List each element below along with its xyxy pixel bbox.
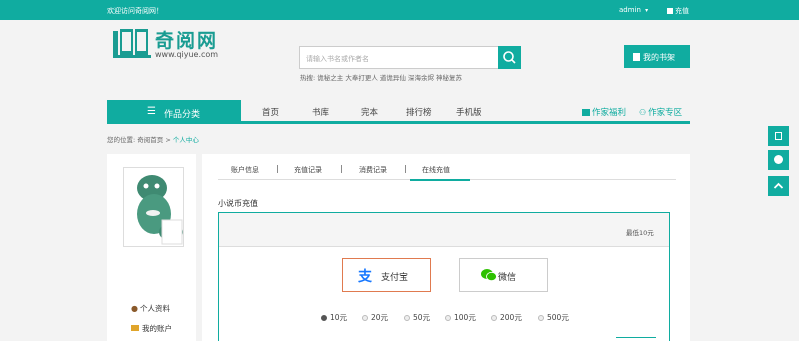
book-logo-icon	[113, 29, 151, 58]
amount-label: 50元	[413, 313, 431, 322]
sidebar-item-label: 个人资料	[139, 304, 170, 313]
wechat-option[interactable]: 微信	[459, 258, 548, 292]
hot-searches[interactable]: 热搜: 诡秘之主 大奉打更人 道诡异仙 深海余烬 神秘复苏	[300, 72, 462, 82]
tab-recharge-records[interactable]: 充值记录	[294, 165, 322, 175]
radio	[491, 315, 497, 321]
person-icon: ●	[131, 304, 138, 313]
top-bar: 欢迎访问奇阅网！ admin ▾ 充值	[0, 0, 799, 20]
gift-icon	[582, 109, 590, 116]
welcome-text: 欢迎访问奇阅网！	[107, 7, 163, 15]
author-zone-link[interactable]: ⚇ 作家专区	[639, 106, 682, 118]
breadcrumb-prefix: 您的位置:	[107, 136, 136, 144]
charge-link[interactable]: 充值	[667, 6, 689, 16]
sidebar-item-account[interactable]: 我的账户	[131, 323, 172, 334]
radio	[445, 315, 451, 321]
my-bookshelf-button[interactable]: 我的书架	[624, 45, 690, 68]
alipay-option[interactable]: 支 支付宝	[342, 258, 431, 292]
chevron-down-icon: ▾	[645, 7, 649, 14]
breadcrumb-current: 个人中心	[172, 136, 199, 144]
amount-label: 200元	[500, 313, 522, 322]
sidebar-item-label: 我的账户	[142, 324, 172, 333]
amount-label: 500元	[547, 313, 569, 322]
tab-online-recharge[interactable]: 在线充值	[410, 165, 470, 181]
amount-label: 10元	[330, 313, 348, 322]
nav-item-home[interactable]: 首页	[262, 106, 279, 118]
card-icon	[131, 325, 139, 331]
tab-consumption-records[interactable]: 消费记录	[359, 165, 387, 175]
tab-account-info[interactable]: 账户信息	[231, 165, 259, 175]
qr-code-button[interactable]	[768, 126, 789, 146]
author-welfare-label: 作家福利	[592, 108, 627, 118]
min-amount-note: 最低10元	[626, 229, 654, 237]
nav-item-library[interactable]: 书库	[312, 106, 329, 118]
username: admin	[619, 6, 641, 14]
nav-item-completed[interactable]: 完本	[361, 106, 378, 118]
shelf-label: 我的书架	[643, 53, 675, 62]
radio	[538, 315, 544, 321]
back-to-top-button[interactable]	[768, 176, 789, 196]
nav-item-ranking[interactable]: 排行榜	[406, 106, 432, 118]
chat-icon	[774, 155, 783, 164]
amount-label: 100元	[454, 313, 476, 322]
charge-label: 充值	[675, 7, 689, 15]
wallet-icon	[667, 8, 673, 14]
amount-option-20[interactable]: 20元	[362, 312, 388, 323]
amount-option-10[interactable]: 10元	[321, 312, 347, 323]
author-zone-label: 作家专区	[648, 108, 683, 118]
search-button[interactable]	[498, 46, 521, 69]
chevron-up-icon	[773, 182, 784, 189]
radio	[404, 315, 410, 321]
logo-url: www.qiyue.com	[155, 50, 219, 59]
amount-label: 20元	[371, 313, 389, 322]
breadcrumb-home[interactable]: 奇阅首页	[137, 136, 163, 144]
wechat-label: 微信	[498, 273, 517, 283]
breadcrumb-sep: >	[165, 136, 171, 144]
category-label: 作品分类	[164, 110, 201, 120]
user-group-icon: ⚇	[639, 108, 647, 117]
amount-option-100[interactable]: 100元	[445, 312, 476, 323]
author-welfare-link[interactable]: 作家福利	[582, 106, 626, 118]
section-title: 小说币充值	[218, 199, 258, 208]
tab-divider: |	[340, 164, 343, 173]
pay-button-edge	[616, 337, 656, 341]
book-icon	[633, 53, 640, 61]
breadcrumb: 您的位置: 奇阅首页 > 个人中心	[107, 134, 199, 144]
menu-icon: ☰	[147, 106, 156, 117]
radio-selected	[321, 315, 327, 321]
qr-code-icon	[775, 132, 782, 140]
recharge-panel-header	[219, 213, 669, 247]
tab-divider: |	[404, 164, 407, 173]
site-logo[interactable]: 奇阅网 www.qiyue.com	[113, 25, 233, 67]
wechat-icon	[481, 269, 497, 282]
logo-name: 奇阅网	[155, 30, 219, 52]
amount-option-200[interactable]: 200元	[491, 312, 522, 323]
alipay-icon: 支	[358, 269, 372, 285]
amount-option-50[interactable]: 50元	[404, 312, 430, 323]
tab-divider: |	[276, 164, 279, 173]
account-tabs: 账户信息 | 充值记录 | 消费记录 | 在线充值	[218, 158, 676, 181]
nav-item-mobile[interactable]: 手机版	[456, 106, 482, 118]
feedback-button[interactable]	[768, 150, 789, 170]
user-menu[interactable]: admin ▾	[619, 6, 648, 14]
search-icon	[503, 51, 516, 64]
category-menu-button[interactable]: ☰ 作品分类	[107, 100, 241, 124]
avatar[interactable]	[123, 167, 184, 247]
alipay-label: 支付宝	[381, 273, 409, 283]
search-input[interactable]: 请输入书名或作者名	[299, 46, 499, 69]
main-nav: ☰ 作品分类 首页 书库 完本 排行榜 手机版 作家福利 ⚇ 作家专区	[107, 100, 690, 124]
avatar-image	[137, 175, 183, 245]
radio	[362, 315, 368, 321]
amount-option-500[interactable]: 500元	[538, 312, 569, 323]
sidebar-item-profile[interactable]: ● 个人资料	[131, 303, 170, 314]
